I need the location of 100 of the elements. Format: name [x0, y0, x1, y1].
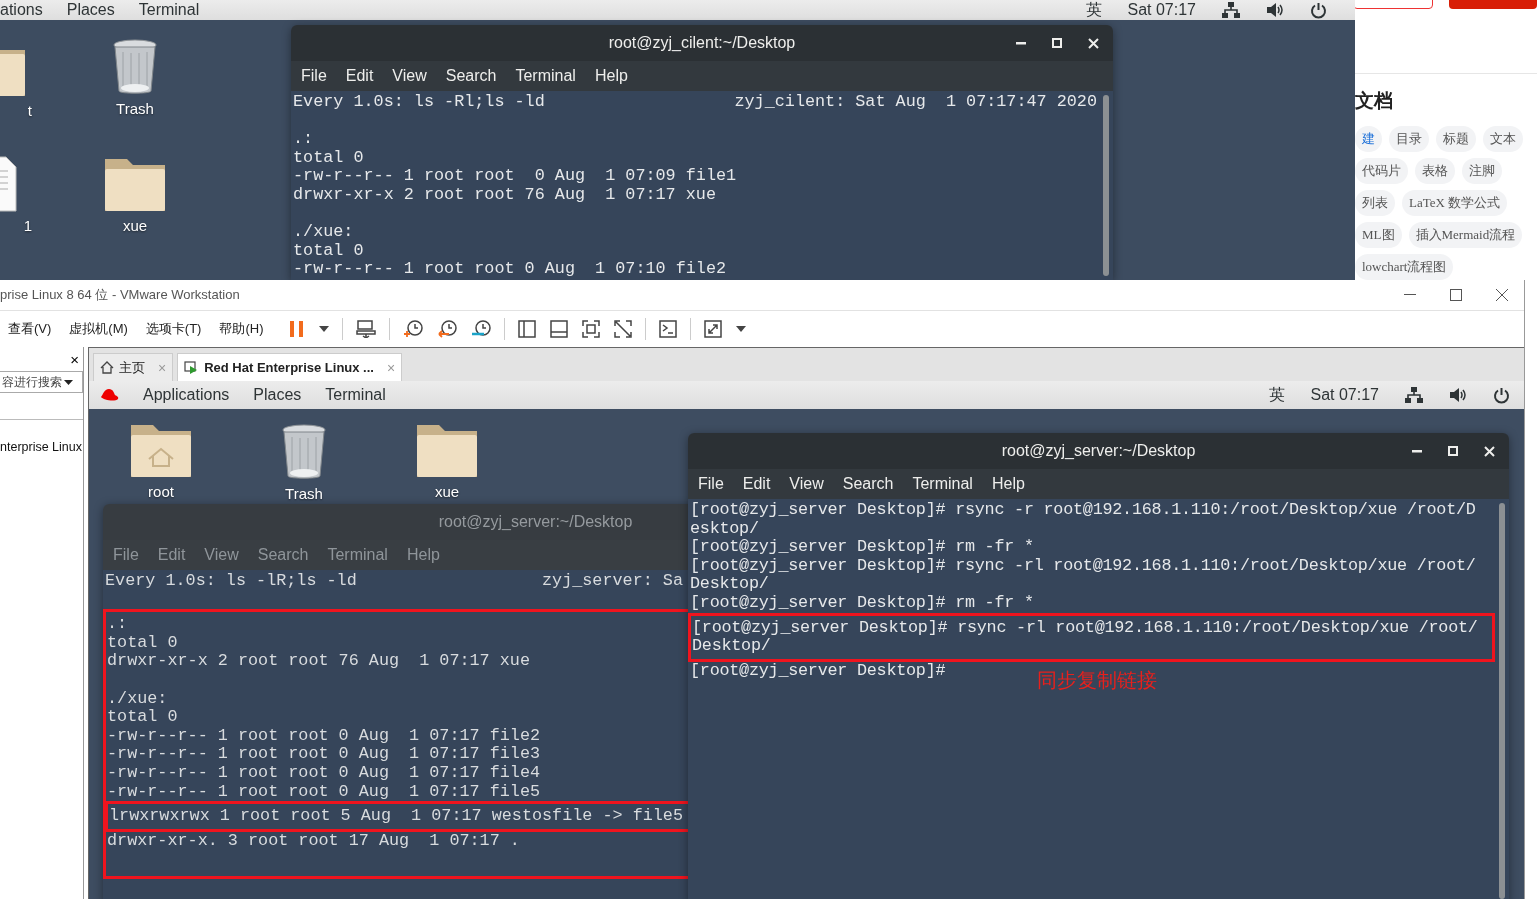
panel-view-icon[interactable]: [549, 320, 568, 338]
network-icon[interactable]: [1222, 2, 1240, 18]
menu-item[interactable]: View: [789, 475, 824, 493]
clock-plus-icon[interactable]: [402, 320, 423, 338]
tab[interactable]: 主页 ×: [93, 353, 174, 381]
power-icon[interactable]: [1310, 1, 1327, 19]
fullscreen-icon[interactable]: [703, 320, 722, 338]
close-icon[interactable]: [1496, 289, 1508, 301]
caret-icon[interactable]: [318, 326, 329, 332]
menu-item[interactable]: File: [113, 546, 139, 564]
terminal-line: Every 1.0s: ls -Rl;ls -ld: [293, 93, 545, 112]
fit-view-icon[interactable]: [581, 320, 600, 338]
trash-icon: [280, 423, 328, 481]
menu-item[interactable]: View: [392, 67, 427, 85]
top-bar-menu[interactable]: Places: [253, 386, 302, 404]
menu-item[interactable]: Search: [445, 67, 497, 85]
tag-chip[interactable]: ML图: [1355, 222, 1402, 248]
section-heading: 文档: [1355, 89, 1393, 113]
menu-item[interactable]: Terminal: [327, 546, 388, 564]
pause-icon[interactable]: [288, 320, 305, 338]
network-icon[interactable]: [1405, 387, 1423, 403]
input-method-indicator[interactable]: 英: [1268, 384, 1285, 406]
minimize-icon[interactable]: [1412, 449, 1422, 453]
volume-icon[interactable]: [1449, 387, 1467, 403]
icon-label[interactable]: t: [27, 102, 40, 119]
menu-item[interactable]: View: [204, 546, 239, 564]
close-button[interactable]: ×: [70, 350, 79, 368]
icon-label[interactable]: root: [148, 483, 174, 500]
scrollbar[interactable]: [1499, 503, 1505, 899]
icon-label[interactable]: xue: [122, 217, 148, 234]
menu-item[interactable]: 虚拟机(M): [69, 320, 128, 338]
link[interactable]: 建: [1355, 126, 1382, 152]
menu-item[interactable]: 选项卡(T): [145, 320, 202, 338]
tag-chip[interactable]: LaTeX 数学公式: [1402, 190, 1508, 216]
input-method-indicator[interactable]: 英: [1085, 0, 1102, 21]
terminal-line: -rw-r--r-- 1 root root 0 Aug 1 07:17 file4: [107, 762, 541, 782]
terminal-line: drwxr-xr-x. 3 root root 17 Aug 1 07:17 .: [107, 830, 520, 850]
tab-label[interactable]: 主页: [119, 358, 145, 377]
menu-item[interactable]: Edit: [742, 475, 771, 493]
terminal-line: ./xue:: [107, 688, 168, 708]
menu-item[interactable]: Help: [991, 475, 1025, 493]
power-icon[interactable]: [1493, 386, 1510, 404]
terminal-line: drwxr-xr-x 2 root root 76 Aug 1 07:17 xue: [107, 651, 530, 671]
hat-logo-icon[interactable]: [99, 388, 119, 402]
icon-label[interactable]: 1: [23, 217, 40, 234]
menu-item[interactable]: Terminal: [912, 475, 973, 493]
no-view-icon[interactable]: [613, 320, 632, 338]
terminal-line: esktop/: [690, 518, 759, 538]
tag-chip[interactable]: 目录: [1389, 126, 1429, 152]
menu-item[interactable]: Help: [406, 546, 440, 564]
menu-item[interactable]: Search: [257, 546, 309, 564]
caret-icon[interactable]: [64, 379, 73, 385]
menu-item[interactable]: Terminal: [515, 67, 576, 85]
tag-chip[interactable]: 表格: [1415, 158, 1455, 184]
computer-icon[interactable]: [355, 320, 376, 338]
tree-item[interactable]: nterprise Linux: [0, 440, 82, 454]
sidebar-view-icon[interactable]: [517, 320, 536, 338]
icon-label[interactable]: Trash: [116, 100, 154, 117]
top-bar-menu[interactable]: ations: [0, 1, 43, 19]
clock-wrench-icon[interactable]: [470, 320, 491, 338]
tag-chip[interactable]: 列表: [1355, 190, 1395, 216]
tag-chip[interactable]: 文本: [1483, 126, 1523, 152]
menu-item[interactable]: Edit: [345, 67, 374, 85]
volume-icon[interactable]: [1266, 2, 1284, 18]
maximize-icon[interactable]: [1450, 289, 1462, 301]
window-title: root@zyj_server:~/Desktop: [1001, 442, 1196, 460]
menu-item[interactable]: File: [698, 475, 724, 493]
icon-label[interactable]: xue: [434, 483, 460, 500]
menu-item[interactable]: Search: [842, 475, 894, 493]
caret-icon[interactable]: [735, 326, 746, 332]
tag-chip[interactable]: 代码片: [1355, 158, 1408, 184]
terminal-line: zyj_cilent: Sat Aug 1 07:17:47 2020: [734, 93, 1097, 112]
scrollbar[interactable]: [1103, 95, 1109, 276]
minimize-icon[interactable]: [1016, 41, 1026, 45]
top-bar-menu[interactable]: Terminal: [325, 386, 386, 404]
menu-item[interactable]: 帮助(H): [219, 320, 264, 338]
clock[interactable]: Sat 07:17: [1127, 1, 1196, 19]
console-icon[interactable]: [658, 320, 677, 338]
menu-item[interactable]: Edit: [157, 546, 186, 564]
tag-chip[interactable]: 标题: [1436, 126, 1476, 152]
menu-item[interactable]: 查看(V): [8, 320, 52, 338]
clock-arrow-icon[interactable]: [436, 320, 457, 338]
terminal-line: total 0: [293, 147, 364, 167]
tab[interactable]: Red Hat Enterprise Linux ... ×: [177, 353, 403, 381]
tab-label[interactable]: Red Hat Enterprise Linux ...: [204, 360, 374, 375]
tag-chip[interactable]: lowchart流程图: [1355, 254, 1454, 280]
terminal-line: [root@zyj_server Desktop]# rm -fr *: [690, 537, 1034, 557]
clock[interactable]: Sat 07:17: [1310, 386, 1379, 404]
tag-chip[interactable]: 插入Mermaid流程: [1408, 222, 1523, 248]
top-bar-menu[interactable]: Places: [66, 1, 115, 19]
minimize-icon[interactable]: [1404, 294, 1416, 296]
search-field[interactable]: 容进行搜索: [0, 371, 83, 393]
icon-label[interactable]: Trash: [285, 485, 323, 502]
tag-chip[interactable]: 注脚: [1462, 158, 1502, 184]
menu-item[interactable]: Help: [594, 67, 628, 85]
top-bar-menu[interactable]: Terminal: [138, 1, 200, 19]
top-bar-menu[interactable]: Applications: [143, 386, 230, 404]
terminal-line: [root@zyj_server Desktop]#: [690, 660, 946, 680]
menu-item[interactable]: File: [301, 67, 327, 85]
terminal-line: total 0: [107, 707, 178, 727]
